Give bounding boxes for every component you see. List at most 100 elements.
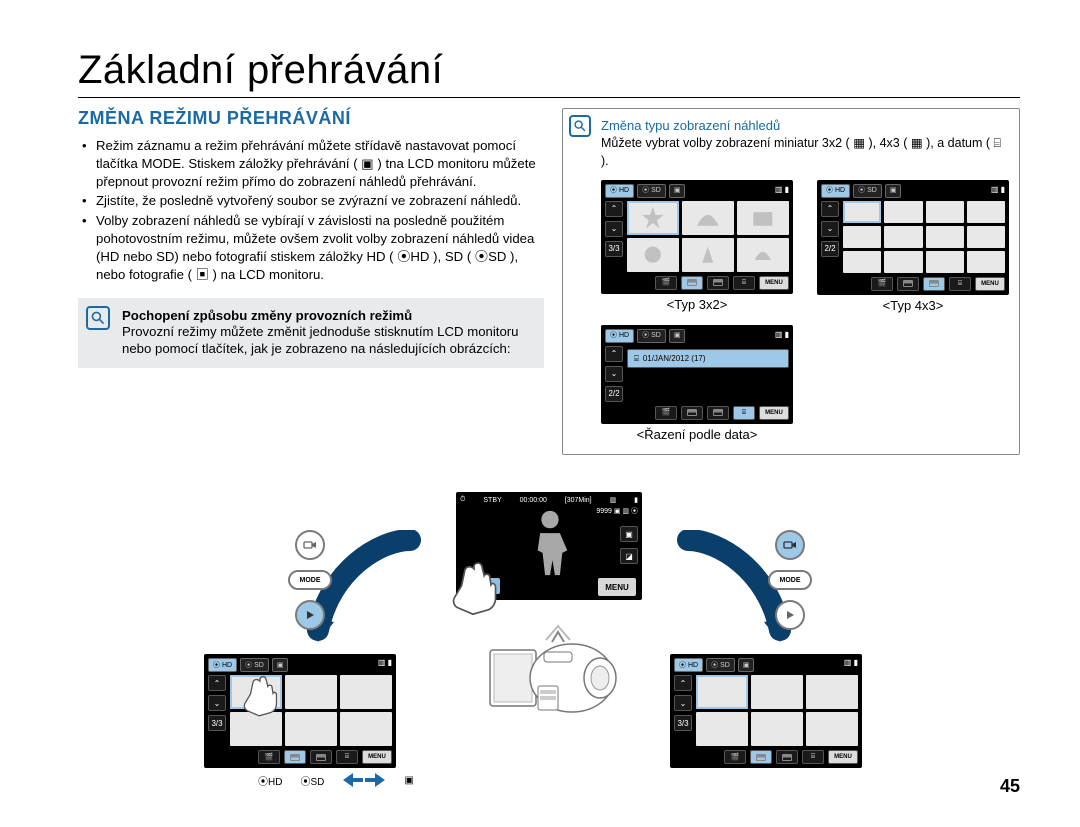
page-indicator: 3/3	[674, 715, 692, 731]
page-number: 45	[1000, 776, 1020, 797]
view-3x2-button[interactable]	[284, 750, 306, 764]
tip-box: Pochopení způsobu změny provozních režim…	[78, 298, 544, 369]
view-date-button[interactable]: ⌸	[802, 750, 824, 764]
tab-photo[interactable]: ▣	[738, 658, 755, 672]
photo-tab-icon: ▣	[404, 775, 413, 786]
mode-change-diagram: ⏱ STBY 00:00:00 [307Min] ▥ ▮ 9999 ▣ ▥ ⦿ …	[180, 492, 920, 792]
nav-up-button[interactable]: ⌃	[821, 201, 839, 217]
tab-hd[interactable]: ⦿HD	[208, 658, 237, 672]
view-date-button[interactable]: ⌸	[949, 277, 971, 291]
timer-icon: ⏱	[460, 496, 465, 504]
arrow-left-icon	[342, 772, 364, 788]
menu-button[interactable]: MENU	[598, 578, 636, 596]
view-date-button[interactable]: ⌸	[336, 750, 358, 764]
record-mode-button[interactable]	[775, 530, 805, 560]
tab-sd[interactable]: ⦿SD	[706, 658, 735, 672]
sidebox: Změna typu zobrazení náhledů Můžete vybr…	[562, 108, 1020, 455]
thumb-caption-4x3: <Typ 4x3>	[817, 297, 1009, 315]
magnifier-icon	[86, 306, 110, 330]
view-4x3-button[interactable]	[310, 750, 332, 764]
tab-hd[interactable]: ⦿HD	[674, 658, 703, 672]
menu-button[interactable]: MENU	[975, 277, 1005, 291]
bullet-list: Režim záznamu a režim přehrávání můžete …	[78, 137, 544, 284]
view-3x2-button[interactable]	[750, 750, 772, 764]
arrow-right-icon	[364, 772, 386, 788]
storage-icon: ▥	[610, 496, 617, 504]
lcd-thumb-4x3: ⦿HD ⦿SD ▣ ▥ ▮ ⌃ ⌄ 2/2	[817, 180, 1009, 295]
hand-pointer-icon	[440, 558, 508, 616]
nav-down-button[interactable]: ⌄	[605, 221, 623, 237]
nav-down-button[interactable]: ⌄	[605, 366, 623, 382]
nav-down-button[interactable]: ⌄	[674, 695, 692, 711]
silhouette-icon	[522, 506, 578, 580]
sidebox-body: Můžete vybrat volby zobrazení miniatur 3…	[601, 135, 1009, 170]
tab-hd[interactable]: ⦿HD	[605, 184, 634, 198]
storage-icon: ▥ ▮	[844, 658, 858, 672]
lcd-thumb-3x2: ⦿HD ⦿SD ▣ ▥ ▮ ⌃ ⌄ 3/3	[601, 180, 793, 294]
video-filter-button[interactable]: 🎬	[258, 750, 280, 764]
menu-button[interactable]: MENU	[759, 406, 789, 420]
tab-hd[interactable]: ⦿HD	[605, 329, 634, 343]
menu-button[interactable]: MENU	[362, 750, 392, 764]
icon-group: ▣ ▥ ⦿	[612, 506, 638, 516]
tab-photo[interactable]: ▣	[669, 329, 686, 343]
date-row[interactable]: ⌸ 01/JAN/2012 (17)	[627, 349, 789, 368]
camcorder-illustration	[482, 622, 622, 732]
view-4x3-button[interactable]	[923, 277, 945, 291]
storage-icon: ▥ ▮	[991, 184, 1005, 198]
mode-button[interactable]: MODE	[768, 570, 812, 590]
page-indicator: 2/2	[605, 386, 623, 402]
view-3x2-button[interactable]	[681, 276, 703, 290]
bullet-item: Volby zobrazení náhledů se vybírají v zá…	[82, 212, 544, 283]
view-3x2-button[interactable]	[897, 277, 919, 291]
right-button-column: MODE	[768, 530, 812, 630]
tab-hd[interactable]: ⦿HD	[821, 184, 850, 198]
tab-photo[interactable]: ▣	[885, 184, 902, 198]
zoom-button[interactable]: ◪	[620, 548, 638, 564]
tab-photo[interactable]: ▣	[272, 658, 289, 672]
video-filter-button[interactable]: 🎬	[655, 406, 677, 420]
tab-sd[interactable]: ⦿SD	[240, 658, 269, 672]
time-label: 00:00:00	[520, 497, 547, 504]
tab-sd[interactable]: ⦿SD	[853, 184, 882, 198]
tab-sd[interactable]: ⦿SD	[637, 329, 666, 343]
sd-tab-icon: ⦿SD	[300, 773, 324, 788]
page-indicator: 3/3	[208, 715, 226, 731]
page-indicator: 2/2	[821, 241, 839, 257]
menu-button[interactable]: MENU	[828, 750, 858, 764]
video-filter-button[interactable]: 🎬	[655, 276, 677, 290]
thumb-caption-3x2: <Typ 3x2>	[601, 296, 793, 314]
mode-button[interactable]: MODE	[288, 570, 332, 590]
menu-button[interactable]: MENU	[759, 276, 789, 290]
lcd-thumb-date: ⦿HD ⦿SD ▣ ▥ ▮ ⌃ ⌄ 2/2	[601, 325, 793, 424]
tip-body: Provozní režimy můžete změnit jednoduše …	[122, 323, 532, 359]
tab-switch-row: ⦿HD ⦿SD ▣	[258, 772, 414, 788]
video-filter-button[interactable]: 🎬	[871, 277, 893, 291]
magnifier-icon	[569, 115, 591, 137]
playback-mode-button[interactable]	[775, 600, 805, 630]
view-date-button[interactable]: ⌸	[733, 406, 755, 420]
bullet-item: Režim záznamu a režim přehrávání můžete …	[82, 137, 544, 190]
page-title: Základní přehrávání	[78, 48, 1020, 98]
nav-up-button[interactable]: ⌃	[674, 675, 692, 691]
playback-mode-button[interactable]	[295, 600, 325, 630]
nav-up-button[interactable]: ⌃	[605, 201, 623, 217]
video-filter-button[interactable]: 🎬	[724, 750, 746, 764]
record-mode-button[interactable]	[295, 530, 325, 560]
view-date-button[interactable]: ⌸	[733, 276, 755, 290]
view-3x2-button[interactable]	[681, 406, 703, 420]
view-4x3-button[interactable]	[707, 276, 729, 290]
section-heading: ZMĚNA REŽIMU PŘEHRÁVÁNÍ	[78, 108, 544, 129]
photo-button[interactable]: ▣	[620, 526, 638, 542]
nav-up-button[interactable]: ⌃	[208, 675, 226, 691]
tab-photo[interactable]: ▣	[669, 184, 686, 198]
nav-up-button[interactable]: ⌃	[605, 346, 623, 362]
view-4x3-button[interactable]	[707, 406, 729, 420]
tab-sd[interactable]: ⦿SD	[637, 184, 666, 198]
nav-down-button[interactable]: ⌄	[208, 695, 226, 711]
view-4x3-button[interactable]	[776, 750, 798, 764]
page-indicator: 3/3	[605, 241, 623, 257]
left-button-column: MODE	[288, 530, 332, 630]
tip-title: Pochopení způsobu změny provozních režim…	[122, 308, 532, 323]
nav-down-button[interactable]: ⌄	[821, 221, 839, 237]
